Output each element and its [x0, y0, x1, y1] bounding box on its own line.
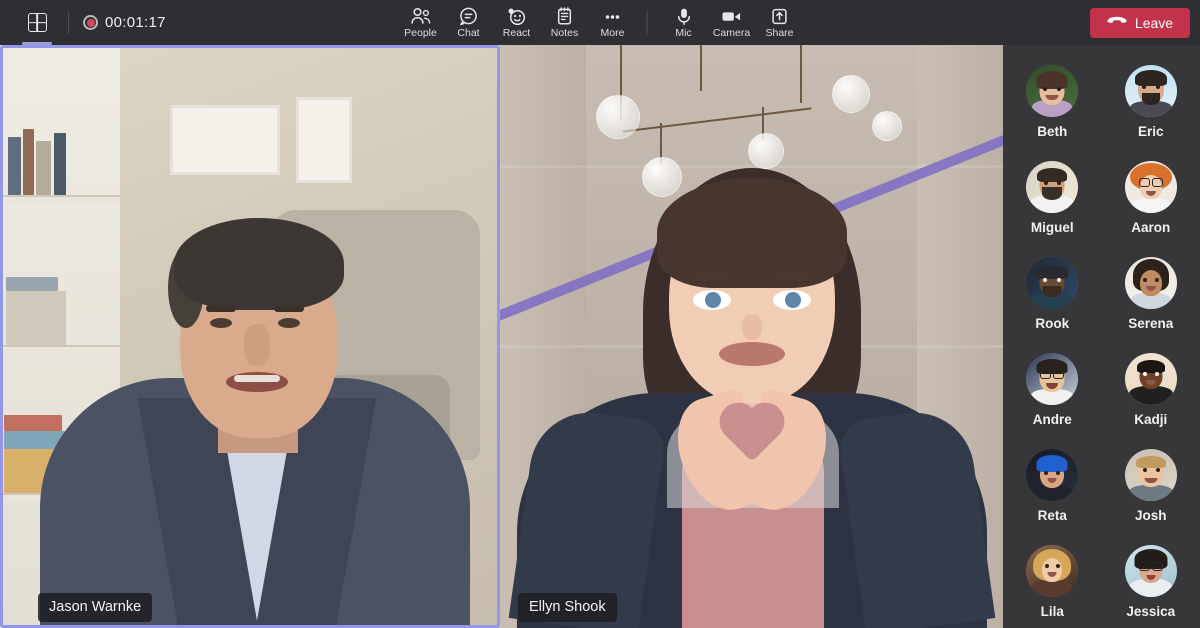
leave-button[interactable]: Leave: [1090, 8, 1190, 38]
roster-item-kadji[interactable]: Kadji: [1102, 347, 1200, 443]
camera-label: Camera: [713, 27, 750, 39]
roster-item-label: Beth: [1037, 124, 1067, 139]
participant-name-badge: Ellyn Shook: [518, 593, 617, 622]
record-icon: [83, 15, 98, 30]
people-icon: [410, 6, 431, 26]
avatar: [1026, 257, 1078, 309]
avatar: [1125, 257, 1177, 309]
heart-hand-gesture: [677, 396, 827, 516]
video-stage: Jason Warnke: [0, 45, 1003, 628]
participant-video-figure: [40, 158, 470, 628]
roster-item-miguel[interactable]: Miguel: [1003, 155, 1102, 251]
more-icon: [603, 6, 623, 26]
people-button[interactable]: People: [397, 0, 445, 45]
avatar: [1026, 545, 1078, 597]
participant-name-badge: Jason Warnke: [38, 593, 152, 622]
mic-label: Mic: [675, 27, 691, 39]
roster-item-label: Miguel: [1031, 220, 1074, 235]
notes-label: Notes: [551, 27, 578, 39]
share-icon: [771, 6, 789, 26]
tile-video-content: [500, 45, 1003, 628]
camera-icon: [721, 6, 743, 26]
roster-item-label: Serena: [1128, 316, 1173, 331]
participant-avatar-figure: [517, 68, 987, 628]
teams-meeting-window: 00:01:17 People: [0, 0, 1200, 628]
recording-timer: 00:01:17: [105, 14, 166, 31]
avatar: [1125, 449, 1177, 501]
camera-button[interactable]: Camera: [708, 0, 756, 45]
more-label: More: [601, 27, 625, 39]
roster-item-label: Jessica: [1126, 604, 1175, 619]
avatar: [1125, 545, 1177, 597]
chat-label: Chat: [457, 27, 479, 39]
toolbar-divider-2: [647, 11, 648, 35]
roster-item-jessica[interactable]: Jessica: [1102, 539, 1200, 628]
more-button[interactable]: More: [589, 0, 637, 45]
roster-item-label: Aaron: [1131, 220, 1170, 235]
microphone-icon: [675, 6, 692, 26]
roster-item-serena[interactable]: Serena: [1102, 251, 1200, 347]
avatar: [1026, 161, 1078, 213]
meeting-toolbar: 00:01:17 People: [0, 0, 1200, 45]
roster-item-lila[interactable]: Lila: [1003, 539, 1102, 628]
roster-item-label: Andre: [1033, 412, 1072, 427]
notes-icon: [556, 6, 574, 26]
roster-item-beth[interactable]: Beth: [1003, 59, 1102, 155]
avatar: [1026, 449, 1078, 501]
mic-button[interactable]: Mic: [660, 0, 708, 45]
gallery-view-button[interactable]: [20, 3, 54, 43]
react-icon: [506, 6, 527, 26]
roster-item-label: Eric: [1138, 124, 1164, 139]
roster-item-josh[interactable]: Josh: [1102, 443, 1200, 539]
roster-item-reta[interactable]: Reta: [1003, 443, 1102, 539]
toolbar-left-group: 00:01:17: [0, 0, 166, 45]
roster-item-label: Reta: [1038, 508, 1067, 523]
tile-video-content: [0, 45, 500, 628]
roster-item-label: Josh: [1135, 508, 1167, 523]
roster-item-aaron[interactable]: Aaron: [1102, 155, 1200, 251]
avatar: [1125, 353, 1177, 405]
people-label: People: [404, 27, 437, 39]
roster-item-eric[interactable]: Eric: [1102, 59, 1200, 155]
chat-button[interactable]: Chat: [445, 0, 493, 45]
video-tile-ellyn-shook[interactable]: Ellyn Shook: [500, 45, 1003, 628]
avatar: [1026, 65, 1078, 117]
share-button[interactable]: Share: [756, 0, 804, 45]
avatar: [1125, 161, 1177, 213]
video-tile-jason-warnke[interactable]: Jason Warnke: [0, 45, 500, 628]
roster-grid: Beth Eric: [1003, 59, 1200, 628]
react-label: React: [503, 27, 530, 39]
participants-roster-panel: Beth Eric: [1003, 45, 1200, 628]
recording-indicator: 00:01:17: [83, 14, 166, 31]
avatar: [1125, 65, 1177, 117]
roster-item-label: Lila: [1041, 604, 1064, 619]
roster-item-rook[interactable]: Rook: [1003, 251, 1102, 347]
roster-item-label: Rook: [1035, 316, 1069, 331]
leave-label: Leave: [1135, 15, 1173, 31]
avatar: [1026, 353, 1078, 405]
toolbar-divider: [68, 12, 69, 34]
grid-view-icon: [28, 13, 47, 32]
roster-item-andre[interactable]: Andre: [1003, 347, 1102, 443]
notes-button[interactable]: Notes: [541, 0, 589, 45]
roster-item-label: Kadji: [1134, 412, 1167, 427]
toolbar-right-group: Leave: [1078, 0, 1200, 45]
react-button[interactable]: React: [493, 0, 541, 45]
toolbar-center-group: People Chat: [397, 0, 804, 45]
chat-icon: [459, 6, 479, 26]
share-label: Share: [765, 27, 793, 39]
hangup-icon: [1107, 14, 1127, 32]
